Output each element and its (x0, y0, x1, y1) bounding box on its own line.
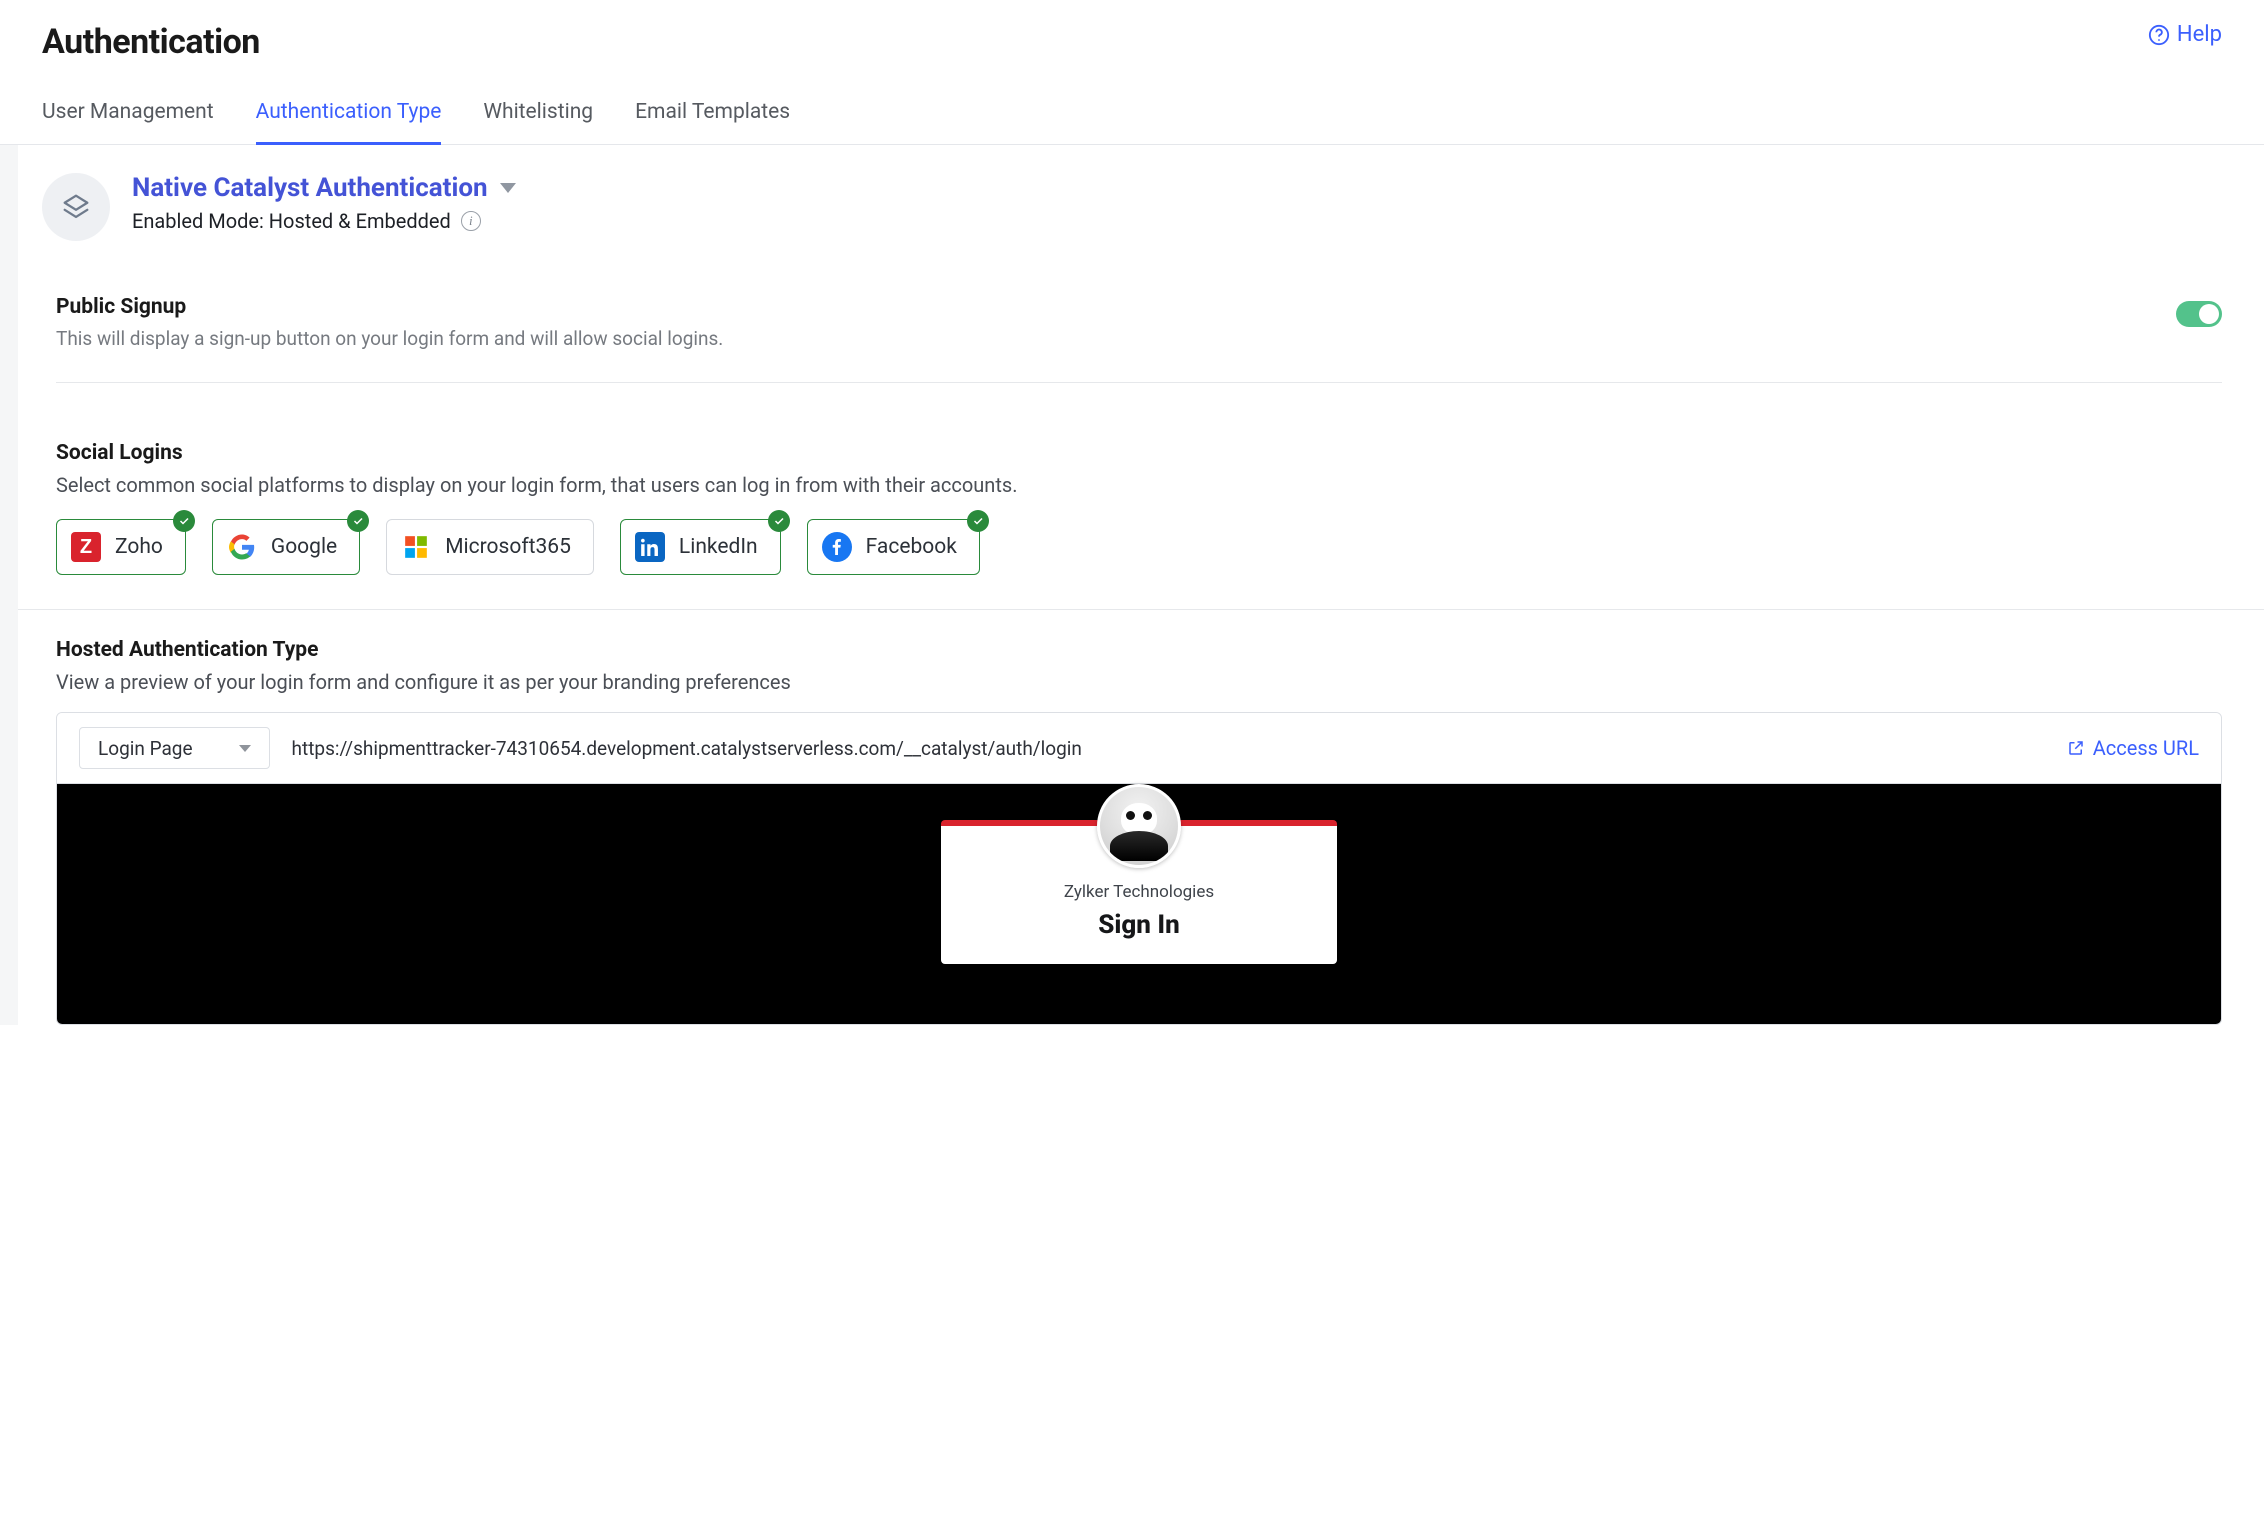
social-logins-title: Social Logins (56, 441, 2222, 465)
selected-badge (967, 510, 989, 532)
help-label: Help (2177, 22, 2222, 47)
page-select-value: Login Page (98, 737, 193, 760)
auth-type-title: Native Catalyst Authentication (132, 173, 488, 203)
login-preview: Zylker Technologies Sign In (57, 784, 2221, 1024)
chevron-down-icon (500, 183, 516, 193)
linkedin-icon (635, 532, 665, 562)
hosted-auth-title: Hosted Authentication Type (56, 638, 2222, 662)
social-chip-google[interactable]: Google (212, 519, 360, 575)
public-signup-toggle[interactable] (2176, 301, 2222, 327)
tabs: User Management Authentication Type Whit… (0, 62, 2264, 145)
preview-panel: Login Page https://shipmenttracker-74310… (56, 712, 2222, 1025)
social-logins-desc: Select common social platforms to displa… (56, 473, 2222, 497)
social-chip-label: Zoho (115, 535, 163, 559)
help-icon (2148, 24, 2170, 46)
avatar (1097, 784, 1181, 868)
public-signup-title: Public Signup (56, 295, 723, 319)
zoho-icon: Z (71, 532, 101, 562)
google-icon (227, 532, 257, 562)
facebook-icon (822, 532, 852, 562)
page-title: Authentication (42, 22, 260, 62)
social-chip-zoho[interactable]: Z Zoho (56, 519, 186, 575)
auth-mode-label: Enabled Mode: Hosted & Embedded (132, 209, 451, 233)
auth-type-dropdown[interactable]: Native Catalyst Authentication (132, 173, 516, 203)
social-chip-microsoft365[interactable]: Microsoft365 (386, 519, 594, 575)
social-chip-facebook[interactable]: Facebook (807, 519, 980, 575)
microsoft-icon (401, 532, 431, 562)
auth-type-icon (42, 173, 110, 241)
public-signup-desc: This will display a sign-up button on yo… (56, 327, 723, 350)
page-select[interactable]: Login Page (79, 727, 270, 769)
tab-authentication-type[interactable]: Authentication Type (256, 100, 442, 145)
info-icon[interactable]: i (461, 211, 481, 231)
social-chip-label: Facebook (866, 535, 957, 559)
selected-badge (768, 510, 790, 532)
help-link[interactable]: Help (2148, 22, 2222, 47)
tab-whitelisting[interactable]: Whitelisting (483, 100, 593, 145)
selected-badge (347, 510, 369, 532)
chevron-down-icon (239, 745, 251, 752)
login-card: Zylker Technologies Sign In (941, 820, 1337, 964)
social-chip-linkedin[interactable]: LinkedIn (620, 519, 781, 575)
signin-heading: Sign In (961, 910, 1317, 940)
auth-type-header: Native Catalyst Authentication Enabled M… (18, 145, 2264, 271)
social-chip-label: LinkedIn (679, 535, 758, 559)
tab-user-management[interactable]: User Management (42, 100, 214, 145)
tab-email-templates[interactable]: Email Templates (635, 100, 790, 145)
selected-badge (173, 510, 195, 532)
social-chip-label: Google (271, 535, 337, 559)
access-url-label: Access URL (2093, 736, 2199, 760)
social-chip-label: Microsoft365 (445, 535, 571, 559)
preview-url: https://shipmenttracker-74310654.develop… (284, 713, 2045, 783)
access-url-link[interactable]: Access URL (2045, 713, 2221, 783)
company-name: Zylker Technologies (961, 882, 1317, 902)
hosted-auth-desc: View a preview of your login form and co… (56, 670, 2222, 694)
